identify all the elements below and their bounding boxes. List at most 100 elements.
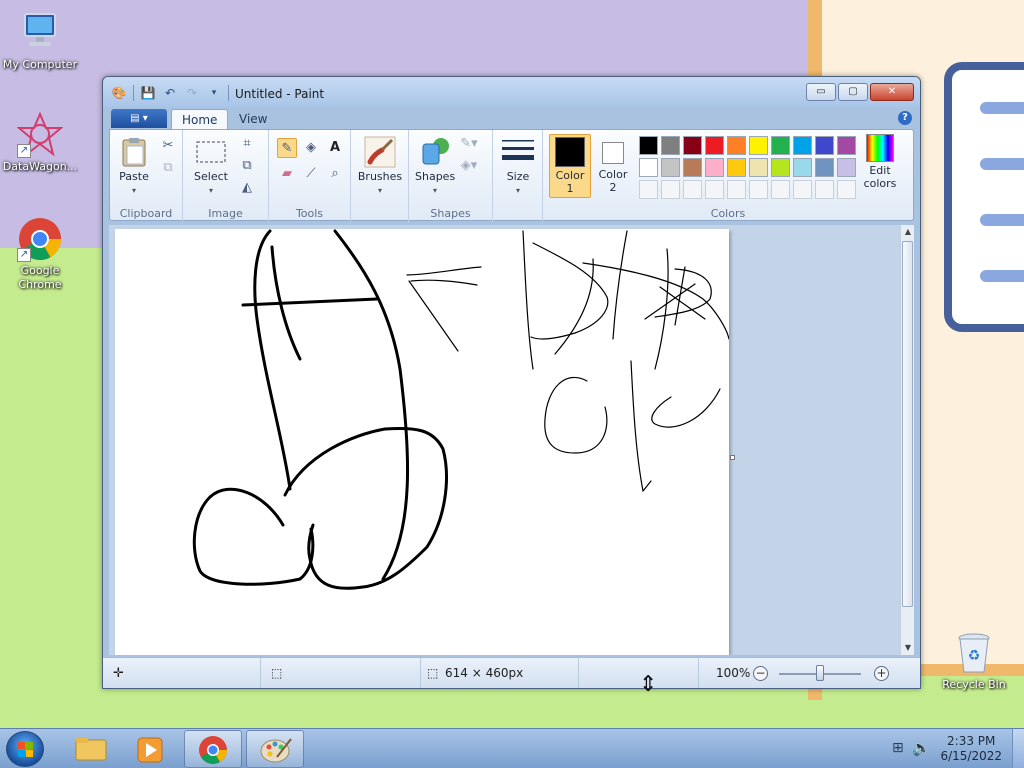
color1-swatch xyxy=(555,137,585,167)
scroll-up-icon[interactable]: ▲ xyxy=(901,225,915,239)
vertical-scrollbar[interactable]: ▲ ▼ xyxy=(900,225,914,655)
color-picker-icon[interactable]: ⟋ xyxy=(301,164,321,184)
palette-swatch[interactable] xyxy=(639,136,658,155)
palette-swatch[interactable] xyxy=(749,158,768,177)
datawagon-icon: ↗ xyxy=(16,111,64,158)
zoom-slider-thumb[interactable] xyxy=(816,665,824,681)
desktop-icon-google-chrome[interactable]: ↗ Google Chrome xyxy=(0,216,80,292)
palette-swatch[interactable] xyxy=(727,136,746,155)
status-bar: ✛ ⬚ ⬚ 614 × 460px 100% − + xyxy=(103,657,920,688)
palette-custom-slot[interactable] xyxy=(683,180,702,199)
help-icon[interactable]: ? xyxy=(898,111,912,125)
palette-custom-slot[interactable] xyxy=(793,180,812,199)
color2-button[interactable]: Color 2 xyxy=(593,134,633,198)
palette-swatch[interactable] xyxy=(749,136,768,155)
color1-button[interactable]: Color 1 xyxy=(549,134,591,198)
palette-swatch[interactable] xyxy=(793,136,812,155)
image-size-icon: ⬚ xyxy=(427,666,439,680)
desktop-icon-datawagon[interactable]: ↗ DataWagon... xyxy=(0,111,80,174)
palette-swatch[interactable] xyxy=(727,158,746,177)
fill-style-icon[interactable]: ◈▾ xyxy=(459,156,479,176)
palette-custom-slot[interactable] xyxy=(749,180,768,199)
save-icon[interactable]: 💾 xyxy=(140,85,156,101)
paint-menu-button[interactable]: ▤ ▾ xyxy=(111,109,167,128)
media-player-icon xyxy=(137,737,163,763)
redo-icon[interactable]: ↷ xyxy=(184,85,200,101)
drawing-strokes xyxy=(192,229,730,590)
palette-custom-slot[interactable] xyxy=(639,180,658,199)
edit-colors-icon xyxy=(866,134,894,162)
group-label: Image xyxy=(208,207,243,220)
palette-swatch[interactable] xyxy=(683,158,702,177)
scroll-down-icon[interactable]: ▼ xyxy=(901,641,915,655)
palette-swatch[interactable] xyxy=(661,136,680,155)
palette-custom-slot[interactable] xyxy=(727,180,746,199)
rotate-icon[interactable]: ◭ xyxy=(237,178,257,198)
clock-date: 6/15/2022 xyxy=(940,749,1002,763)
select-button[interactable]: Select ▾ xyxy=(191,136,231,197)
palette-swatch[interactable] xyxy=(705,158,724,177)
palette-custom-slot[interactable] xyxy=(815,180,834,199)
palette-custom-slot[interactable] xyxy=(661,180,680,199)
palette-swatch[interactable] xyxy=(837,158,856,177)
shapes-button[interactable]: Shapes ▾ xyxy=(415,136,455,197)
copy-icon[interactable]: ⧉ xyxy=(158,158,178,178)
customize-qat-icon[interactable]: ▾ xyxy=(206,85,222,101)
palette-swatch[interactable] xyxy=(837,136,856,155)
taskbar-file-explorer[interactable] xyxy=(62,730,120,768)
pencil-icon[interactable]: ✎ xyxy=(277,138,297,158)
palette-swatch[interactable] xyxy=(705,136,724,155)
show-desktop-button[interactable] xyxy=(1012,729,1024,768)
chrome-icon: ↗ xyxy=(17,216,63,262)
palette-swatch[interactable] xyxy=(683,136,702,155)
status-selection-size: ⬚ xyxy=(261,658,421,688)
size-button[interactable]: Size ▾ xyxy=(499,136,537,197)
paint-app-icon[interactable]: 🎨 xyxy=(111,85,127,101)
zoom-out-button[interactable]: − xyxy=(753,666,768,681)
cut-icon[interactable]: ✂ xyxy=(158,136,178,156)
title-bar[interactable]: 🎨 💾 ↶ ↷ ▾ Untitled - Paint ▭ ▢ ✕ xyxy=(103,77,920,107)
shortcut-arrow-icon: ↗ xyxy=(17,248,31,262)
zoom-in-button[interactable]: + xyxy=(874,666,889,681)
desktop-icon-my-computer[interactable]: My Computer xyxy=(0,10,80,72)
drawing-canvas[interactable] xyxy=(115,229,730,655)
brushes-button[interactable]: Brushes ▾ xyxy=(357,136,403,197)
network-icon[interactable]: ⊞ xyxy=(892,740,904,756)
palette-swatch[interactable] xyxy=(639,158,658,177)
palette-swatch[interactable] xyxy=(661,158,680,177)
fill-icon[interactable]: ◈ xyxy=(301,138,321,158)
start-button[interactable] xyxy=(6,731,44,767)
scroll-thumb[interactable] xyxy=(902,241,913,607)
palette-swatch[interactable] xyxy=(793,158,812,177)
palette-swatch[interactable] xyxy=(815,136,834,155)
undo-icon[interactable]: ↶ xyxy=(162,85,178,101)
tab-view[interactable]: View xyxy=(229,109,277,130)
edit-colors-button[interactable]: Edit colors xyxy=(855,134,905,190)
palette-swatch[interactable] xyxy=(771,136,790,155)
palette-custom-slot[interactable] xyxy=(705,180,724,199)
text-icon[interactable]: A xyxy=(325,138,345,158)
paint-palette-icon xyxy=(260,738,292,763)
magnifier-icon[interactable]: ⌕ xyxy=(325,164,345,184)
canvas-resize-handle-right[interactable] xyxy=(730,455,735,460)
desktop-icon-recycle-bin[interactable]: ♻ Recycle Bin xyxy=(934,630,1014,692)
tab-home[interactable]: Home xyxy=(171,109,229,130)
shapes-group: Shapes ▾ ✎▾ ◈▾ Shapes xyxy=(409,130,493,222)
taskbar-chrome[interactable] xyxy=(184,730,242,768)
maximize-button[interactable]: ▢ xyxy=(838,83,868,101)
palette-custom-slot[interactable] xyxy=(771,180,790,199)
volume-icon[interactable]: 🔈 xyxy=(912,739,931,757)
taskbar-media-player[interactable] xyxy=(122,730,180,768)
palette-swatch[interactable] xyxy=(771,158,790,177)
minimize-button[interactable]: ▭ xyxy=(806,83,836,101)
paste-button[interactable]: Paste ▾ xyxy=(116,136,152,197)
palette-swatch[interactable] xyxy=(815,158,834,177)
crop-icon[interactable]: ⌗ xyxy=(237,134,257,154)
taskbar-paint[interactable] xyxy=(246,730,304,768)
resize-icon[interactable]: ⧉ xyxy=(237,156,257,176)
close-button[interactable]: ✕ xyxy=(870,83,914,101)
clock[interactable]: 2:33 PM 6/15/2022 xyxy=(940,734,1002,764)
eraser-icon[interactable]: ▰ xyxy=(277,164,297,184)
palette-custom-slot[interactable] xyxy=(837,180,856,199)
outline-icon[interactable]: ✎▾ xyxy=(459,134,479,154)
